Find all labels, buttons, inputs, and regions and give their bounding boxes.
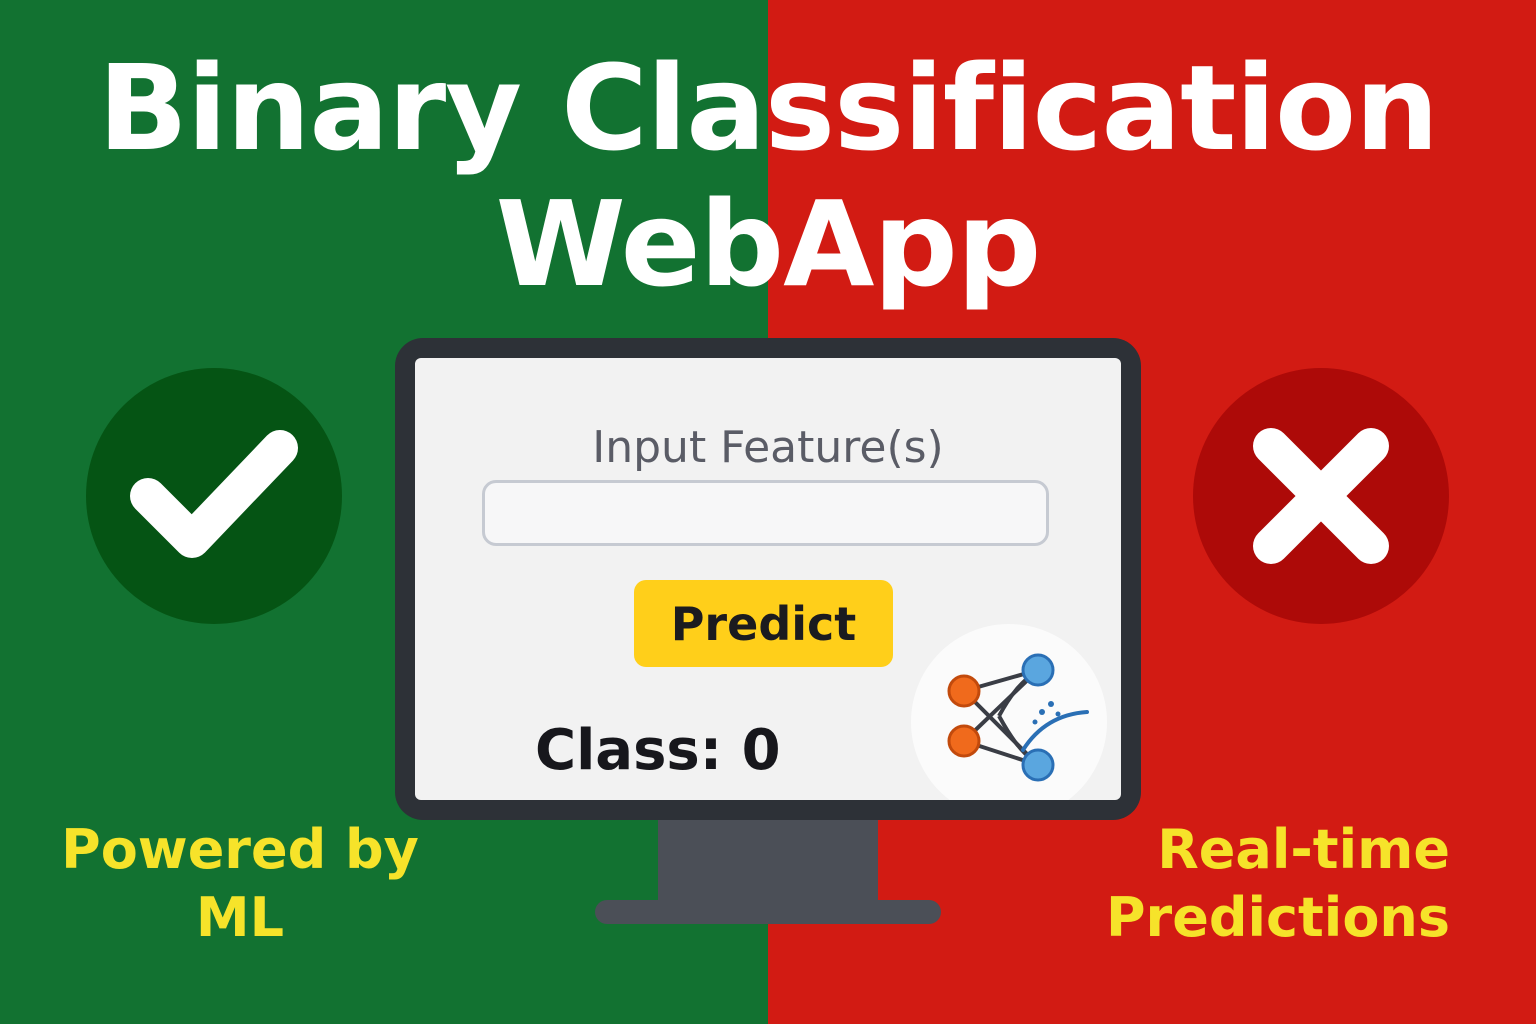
page-title: Binary Classification WebApp bbox=[0, 40, 1536, 312]
caption-real-time-predictions: Real-time Predictions bbox=[1080, 816, 1450, 952]
input-label: Input Feature(s) bbox=[592, 422, 944, 473]
prediction-result: Class: 0 bbox=[535, 718, 781, 783]
app-screen: Input Feature(s) Predict Class: 0 bbox=[415, 358, 1121, 800]
cross-icon bbox=[1253, 428, 1389, 564]
title-line-1: Binary Classification bbox=[97, 39, 1439, 177]
caption-right-line-2: Predictions bbox=[1105, 886, 1450, 949]
feature-input[interactable] bbox=[482, 480, 1049, 546]
caption-powered-by-ml: Powered by ML bbox=[60, 816, 420, 952]
neural-network-logo bbox=[911, 624, 1107, 800]
checkmark-badge bbox=[86, 368, 342, 624]
caption-left-line-2: ML bbox=[195, 886, 285, 949]
monitor-neck bbox=[658, 820, 878, 904]
caption-right-line-1: Real-time bbox=[1157, 818, 1450, 881]
caption-left-line-1: Powered by bbox=[61, 818, 419, 881]
monitor: Input Feature(s) Predict Class: 0 bbox=[395, 338, 1141, 820]
monitor-stand bbox=[595, 900, 941, 924]
checkmark-icon bbox=[130, 430, 298, 558]
neural-network-icon bbox=[947, 653, 1089, 782]
cross-badge bbox=[1193, 368, 1449, 624]
title-line-2: WebApp bbox=[495, 175, 1042, 313]
predict-button[interactable]: Predict bbox=[634, 580, 893, 667]
